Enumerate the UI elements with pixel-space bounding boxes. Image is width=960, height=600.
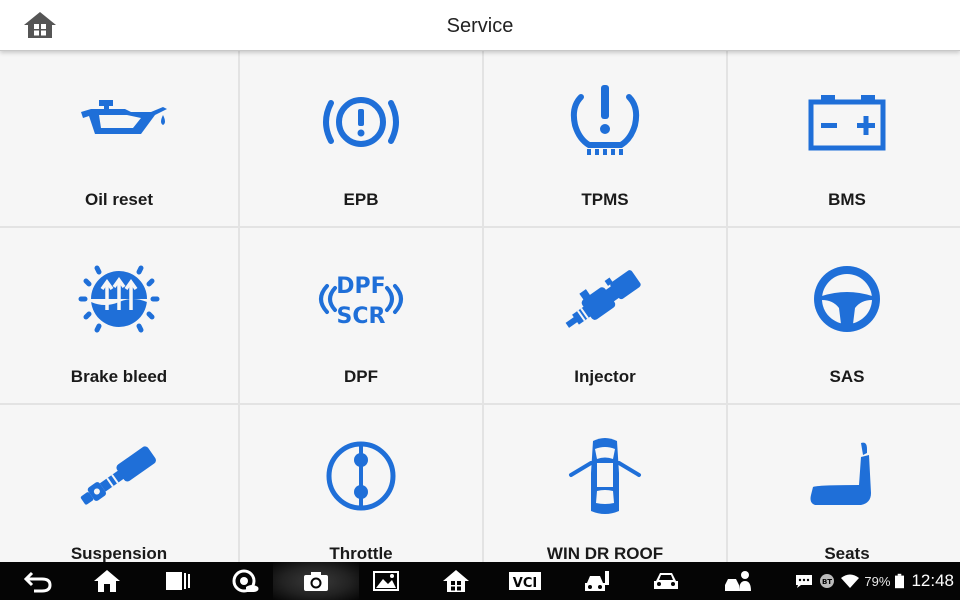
wifi-icon xyxy=(841,573,860,589)
service-grid: Oil reset EPB TPMS BMS Brake bleed DPF S… xyxy=(0,51,960,562)
tile-brake-bleed[interactable]: Brake bleed xyxy=(0,228,238,403)
injector-icon xyxy=(565,270,641,328)
home-button[interactable] xyxy=(23,10,57,40)
screenshot-icon xyxy=(373,571,399,591)
tile-label: Suspension xyxy=(70,544,168,562)
system-navbar: VCI BT 79% 12:48 xyxy=(0,562,960,600)
tile-label: EPB xyxy=(343,190,379,209)
recent-apps-icon xyxy=(166,572,190,590)
tile-label: Seats xyxy=(824,544,870,562)
tile-dpf[interactable]: DPF SCR DPF xyxy=(240,228,482,403)
home-icon xyxy=(24,12,56,38)
clock: 12:48 xyxy=(911,571,954,590)
technician-button[interactable] xyxy=(720,568,754,594)
diagnostic-car-icon xyxy=(585,571,609,591)
oil-can-icon xyxy=(81,100,167,134)
brake-fluid-icon xyxy=(78,265,160,333)
tile-label: SAS xyxy=(829,367,865,386)
chat-icon xyxy=(795,573,813,589)
seat-icon xyxy=(810,442,871,505)
tile-win-dr-roof[interactable]: WIN DR ROOF xyxy=(484,405,726,562)
launcher-home-icon xyxy=(443,570,469,592)
tile-oil-reset[interactable]: Oil reset xyxy=(0,51,238,226)
page-title: Service xyxy=(446,15,514,37)
battery-level: 79% xyxy=(864,573,891,589)
tile-label: WIN DR ROOF xyxy=(546,544,664,562)
back-button[interactable] xyxy=(21,568,55,594)
battery-icon xyxy=(895,573,905,589)
home-nav-button[interactable] xyxy=(90,568,124,594)
tile-label: Oil reset xyxy=(84,190,154,209)
dpf-scr-icon: DPF SCR xyxy=(319,274,403,329)
screenshot-button[interactable] xyxy=(369,568,403,594)
parking-brake-icon xyxy=(323,97,399,147)
steering-wheel-icon xyxy=(814,266,880,332)
car-doors-icon xyxy=(569,438,641,514)
back-icon xyxy=(24,571,52,593)
bluetooth-label: BT xyxy=(822,578,832,586)
launcher-home-button[interactable] xyxy=(439,568,473,594)
tile-label: Throttle xyxy=(329,544,393,562)
tile-epb[interactable]: EPB xyxy=(240,51,482,226)
svg-text:SCR: SCR xyxy=(337,304,386,329)
browser-button[interactable] xyxy=(229,568,263,594)
tile-label: Injector xyxy=(574,367,636,386)
bluetooth-icon: BT xyxy=(818,573,836,589)
camera-icon xyxy=(304,572,328,591)
tile-tpms[interactable]: TPMS xyxy=(484,51,726,226)
status-bar: BT 79% 12:48 xyxy=(795,562,954,600)
vci-label: VCI xyxy=(513,576,537,591)
diagnostic-car-button[interactable] xyxy=(580,568,614,594)
technician-icon xyxy=(725,571,751,591)
tile-sas[interactable]: SAS xyxy=(728,228,960,403)
tile-label: Brake bleed xyxy=(70,367,168,386)
home-icon xyxy=(94,570,120,592)
battery-icon xyxy=(808,95,886,151)
tire-pressure-icon xyxy=(570,85,640,155)
title-bar: Service xyxy=(0,0,960,51)
vci-icon: VCI xyxy=(509,572,541,591)
tile-throttle[interactable]: Throttle xyxy=(240,405,482,562)
car-icon xyxy=(654,573,678,589)
tile-seats[interactable]: Seats xyxy=(728,405,960,562)
svg-text:DPF: DPF xyxy=(336,274,385,299)
tile-label: TPMS xyxy=(581,190,629,209)
browser-icon xyxy=(232,569,259,593)
tile-bms[interactable]: BMS xyxy=(728,51,960,226)
vci-button[interactable]: VCI xyxy=(508,568,542,594)
camera-button[interactable] xyxy=(273,562,359,600)
suspension-shock-icon xyxy=(80,446,156,505)
tile-injector[interactable]: Injector xyxy=(484,228,726,403)
tile-label: BMS xyxy=(828,190,866,209)
car-button[interactable] xyxy=(649,568,683,594)
recent-apps-button[interactable] xyxy=(160,568,194,594)
tile-suspension[interactable]: Suspension xyxy=(0,405,238,562)
throttle-valve-icon xyxy=(326,441,396,511)
tile-label: DPF xyxy=(344,367,378,386)
